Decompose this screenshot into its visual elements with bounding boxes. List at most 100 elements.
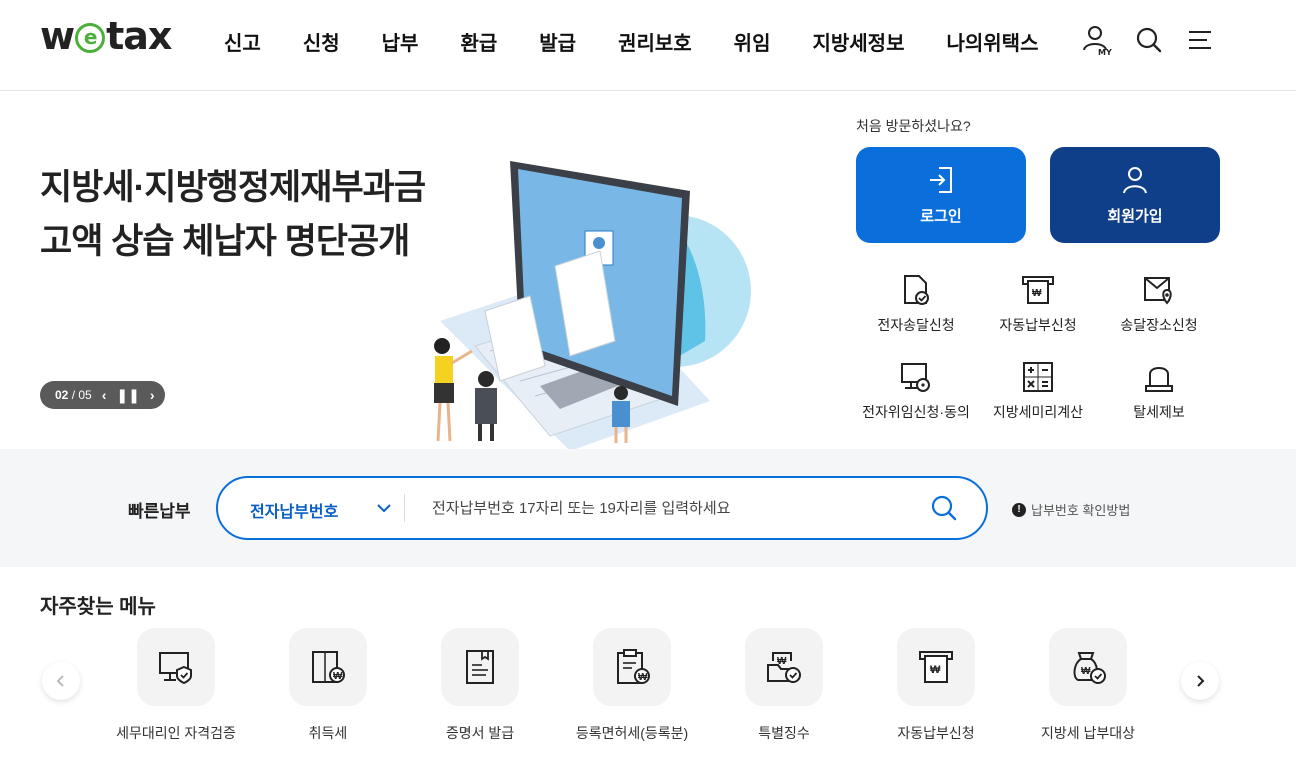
header-utility: MY [1082, 24, 1216, 57]
favorite-label: 지방세 납부대상 [1040, 725, 1136, 741]
info-icon: ! [1012, 502, 1026, 517]
slogan-line-2: 고액 상습 체납자 명단공개 [40, 222, 410, 261]
favorite-tile: ₩ [289, 628, 367, 706]
favorite-verify-agent[interactable]: 세무대리인 자격검증 [96, 628, 256, 743]
acquisition-tax-icon: ₩ [312, 651, 345, 683]
quick-label: 자동납부신청 [999, 317, 1077, 333]
favorites-title: 자주찾는 메뉴 [40, 596, 156, 618]
slide-prev-icon[interactable]: ‹ [102, 388, 107, 402]
nav-delegation[interactable]: 위임 [734, 27, 771, 56]
quick-calculator[interactable]: 지방세미리계산 [973, 360, 1103, 422]
quick-e-delivery[interactable]: 전자송달신청 [851, 273, 981, 335]
verify-agent-icon [159, 652, 192, 685]
nav-apply[interactable]: 신청 [303, 27, 340, 56]
registration-tax-icon: ₩ [617, 649, 650, 684]
favorites-prev-button[interactable] [42, 662, 80, 700]
quick-e-delegation[interactable]: 전자위임신청·동의 [851, 360, 981, 422]
nav-report[interactable]: 신고 [224, 27, 261, 56]
login-label: 로그인 [920, 208, 962, 225]
visual-slogan[interactable]: 지방세·지방행정제재부과금 고액 상습 체납자 명단공개 [40, 161, 426, 269]
main-visual: 지방세·지방행정제재부과금 고액 상습 체납자 명단공개 02 / 05 ‹ ❚… [0, 91, 1296, 451]
join-button[interactable]: 회원가입 [1050, 147, 1220, 243]
login-icon [930, 167, 952, 193]
quick-label: 전자위임신청·동의 [862, 404, 970, 420]
chevron-down-icon [377, 504, 391, 513]
favorite-tile: ₩ [897, 628, 975, 706]
nav-issue[interactable]: 발급 [539, 27, 576, 56]
slide-pause-icon[interactable]: ❚❚ [116, 388, 139, 402]
special-collection-icon: ₩ [767, 652, 801, 683]
favorite-certificate[interactable]: 증명서 발급 [400, 628, 560, 743]
favorite-label: 세무대리인 자격검증 [116, 725, 236, 741]
search-icon[interactable] [930, 494, 958, 522]
quick-delivery-place[interactable]: 송달장소신청 [1094, 273, 1224, 335]
favorite-auto-pay[interactable]: ₩ 자동납부신청 [856, 628, 1016, 743]
favorite-label: 증명서 발급 [445, 725, 515, 741]
my-page-icon[interactable]: MY [1082, 24, 1112, 57]
wetax-logo[interactable]: w e tax [40, 14, 172, 58]
logo-text-tax: tax [106, 14, 172, 58]
favorite-registration-tax[interactable]: ₩ 등록면허세(등록분) [552, 628, 712, 743]
favorite-tile: ₩ [593, 628, 671, 706]
favorite-special-collection[interactable]: ₩ 특별징수 [704, 628, 864, 743]
certificate-icon [466, 650, 494, 684]
menu-icon[interactable] [1186, 24, 1216, 56]
login-button[interactable]: 로그인 [856, 147, 1026, 243]
favorite-acquisition-tax[interactable]: ₩ 취득세 [248, 628, 408, 743]
tax-target-icon: ₩ [1073, 652, 1106, 684]
nav-tax-info[interactable]: 지방세정보 [812, 27, 904, 56]
favorite-label: 특별징수 [758, 725, 810, 741]
quick-label: 송달장소신청 [1120, 317, 1198, 333]
help-label: 납부번호 확인방법 [1031, 503, 1131, 518]
payment-number-help-link[interactable]: ! 납부번호 확인방법 [1012, 500, 1130, 519]
main-nav: 신고 신청 납부 환급 발급 권리보호 위임 지방세정보 나의위택스 [224, 27, 1038, 56]
quick-label: 전자송달신청 [877, 317, 955, 333]
svg-text:₩: ₩ [1081, 666, 1091, 677]
join-label: 회원가입 [1107, 208, 1163, 225]
favorite-label: 등록면허세(등록분) [575, 725, 689, 741]
svg-text:₩: ₩ [333, 671, 343, 682]
quick-tax-report[interactable]: 탈세제보 [1094, 360, 1224, 422]
slide-current: 02 [55, 388, 69, 402]
payment-type-select[interactable]: 전자납부번호 [218, 478, 404, 538]
first-visit-question: 처음 방문하셨나요? [856, 118, 971, 134]
auto-pay-icon: ₩ [919, 651, 953, 683]
favorite-label: 자동납부신청 [897, 725, 975, 741]
site-header: w e tax 신고 신청 납부 환급 발급 권리보호 위임 지방세정보 나의위택스… [0, 0, 1296, 91]
e-delivery-icon [904, 275, 929, 305]
favorites-next-button[interactable] [1181, 662, 1219, 700]
slide-controller: 02 / 05 ‹ ❚❚ › [40, 381, 165, 409]
payment-number-input[interactable] [416, 490, 916, 526]
slogan-line-1: 지방세·지방행정제재부과금 [40, 168, 426, 207]
my-label: MY [1098, 48, 1112, 56]
auto-pay-icon: ₩ [1022, 276, 1054, 304]
calculator-icon [1023, 362, 1053, 392]
favorite-tile: ₩ [1049, 628, 1127, 706]
user-icon [1123, 167, 1147, 194]
fast-pay-section: 빠른납부 전자납부번호 ! 납부번호 확인방법 [0, 449, 1296, 567]
report-siren-icon [1145, 367, 1173, 392]
monitor-illustration [434, 161, 751, 451]
nav-rights[interactable]: 권리보호 [618, 27, 692, 56]
slide-total: 05 [78, 388, 92, 402]
slide-counter: 02 / 05 [55, 388, 92, 402]
divider [404, 494, 405, 522]
favorite-tile [137, 628, 215, 706]
svg-text:₩: ₩ [930, 664, 941, 676]
fast-pay-title: 빠른납부 [128, 502, 191, 521]
favorite-tile: ₩ [745, 628, 823, 706]
nav-refund[interactable]: 환급 [460, 27, 497, 56]
fast-pay-search-box: 전자납부번호 [216, 476, 988, 540]
nav-my-wetax[interactable]: 나의위택스 [946, 27, 1038, 56]
search-icon[interactable] [1134, 24, 1164, 56]
slide-next-icon[interactable]: › [150, 388, 155, 402]
favorite-tile [441, 628, 519, 706]
nav-pay[interactable]: 납부 [382, 27, 419, 56]
chevron-left-icon [56, 675, 64, 687]
favorite-tax-target[interactable]: ₩ 지방세 납부대상 [1008, 628, 1168, 743]
quick-label: 지방세미리계산 [992, 404, 1084, 420]
svg-text:₩: ₩ [1032, 288, 1042, 299]
e-delegation-icon [901, 363, 930, 392]
logo-e-mark: e [75, 23, 106, 53]
quick-auto-pay[interactable]: ₩ 자동납부신청 [973, 273, 1103, 335]
